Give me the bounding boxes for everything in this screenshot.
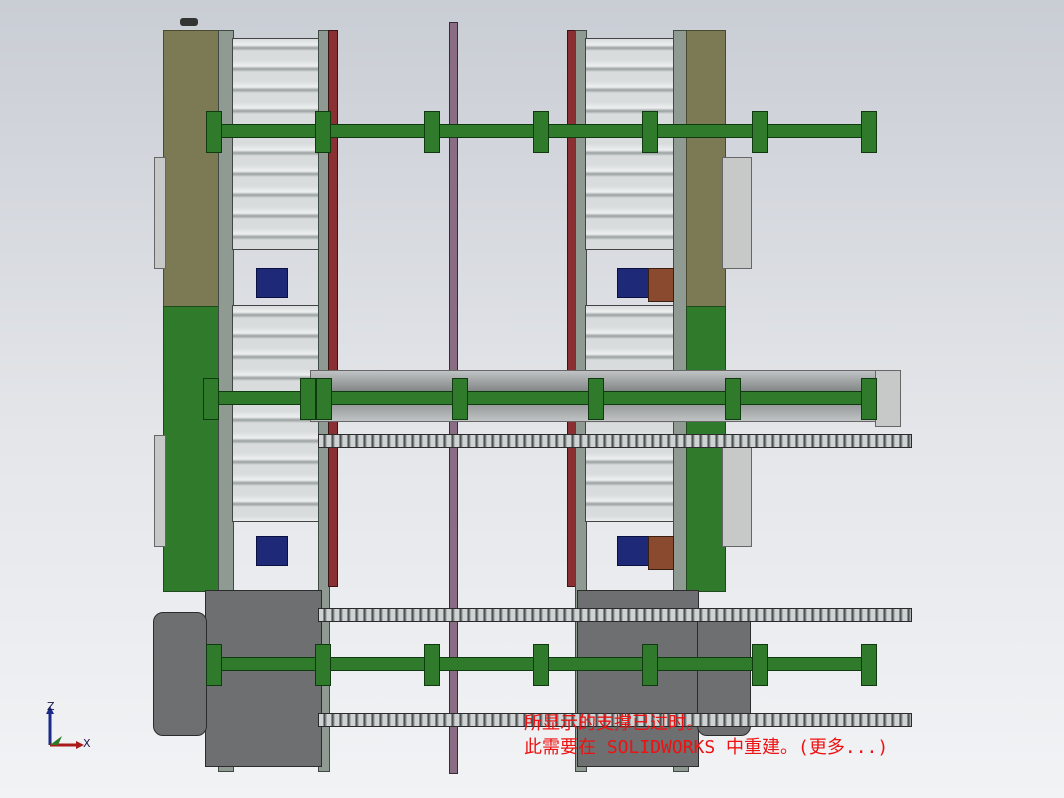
drag-chain-1 <box>318 434 912 448</box>
rebuild-notice[interactable]: 所显示的支撑已过时。 此需要在 SOLIDWORKS 中重建。(更多...) <box>524 712 888 760</box>
right-motor-1 <box>617 268 649 298</box>
clamp <box>861 644 877 686</box>
left-side-plate <box>154 157 166 269</box>
right-conveyor-upper <box>585 38 675 250</box>
clamp <box>315 644 331 686</box>
x-axis-label: X <box>83 737 91 750</box>
clamp <box>725 378 741 420</box>
cad-viewport[interactable] <box>0 0 1064 798</box>
rebuild-notice-line1: 所显示的支撑已过时。 <box>524 713 704 734</box>
clamp <box>642 111 658 153</box>
clamp <box>300 378 316 420</box>
clamp <box>315 111 331 153</box>
left-lower-base <box>205 590 322 767</box>
left-green-panel <box>163 306 220 592</box>
clamp <box>424 644 440 686</box>
right-brown-block-1 <box>648 268 674 302</box>
clamp <box>424 111 440 153</box>
clamp <box>206 111 222 153</box>
clamp <box>206 644 222 686</box>
clamp <box>642 644 658 686</box>
left-motor-1 <box>256 268 288 298</box>
left-motor-2 <box>256 536 288 566</box>
rebuild-notice-line2[interactable]: 此需要在 SOLIDWORKS 中重建。(更多...) <box>524 736 888 760</box>
origin-marker-icon <box>180 18 198 26</box>
clamp <box>861 111 877 153</box>
clamp <box>752 111 768 153</box>
left-side-plate-lower <box>154 435 166 547</box>
right-motor-2 <box>617 536 649 566</box>
clamp <box>861 378 877 420</box>
right-side-plate-lower <box>722 435 752 547</box>
left-drum <box>153 612 207 736</box>
middle-end-unit <box>875 370 901 427</box>
clamp <box>752 644 768 686</box>
clamp <box>533 111 549 153</box>
z-axis-label: Z <box>47 700 55 713</box>
right-green-panel <box>686 306 726 592</box>
right-side-plate <box>722 157 752 269</box>
clamp <box>316 378 332 420</box>
clamp <box>533 644 549 686</box>
clamp <box>588 378 604 420</box>
right-brown-block-2 <box>648 536 674 570</box>
clamp <box>452 378 468 420</box>
right-olive-panel <box>686 30 726 308</box>
clamp <box>203 378 219 420</box>
left-conveyor-upper <box>232 38 322 250</box>
left-olive-panel <box>163 30 220 308</box>
drag-chain-2 <box>318 608 912 622</box>
